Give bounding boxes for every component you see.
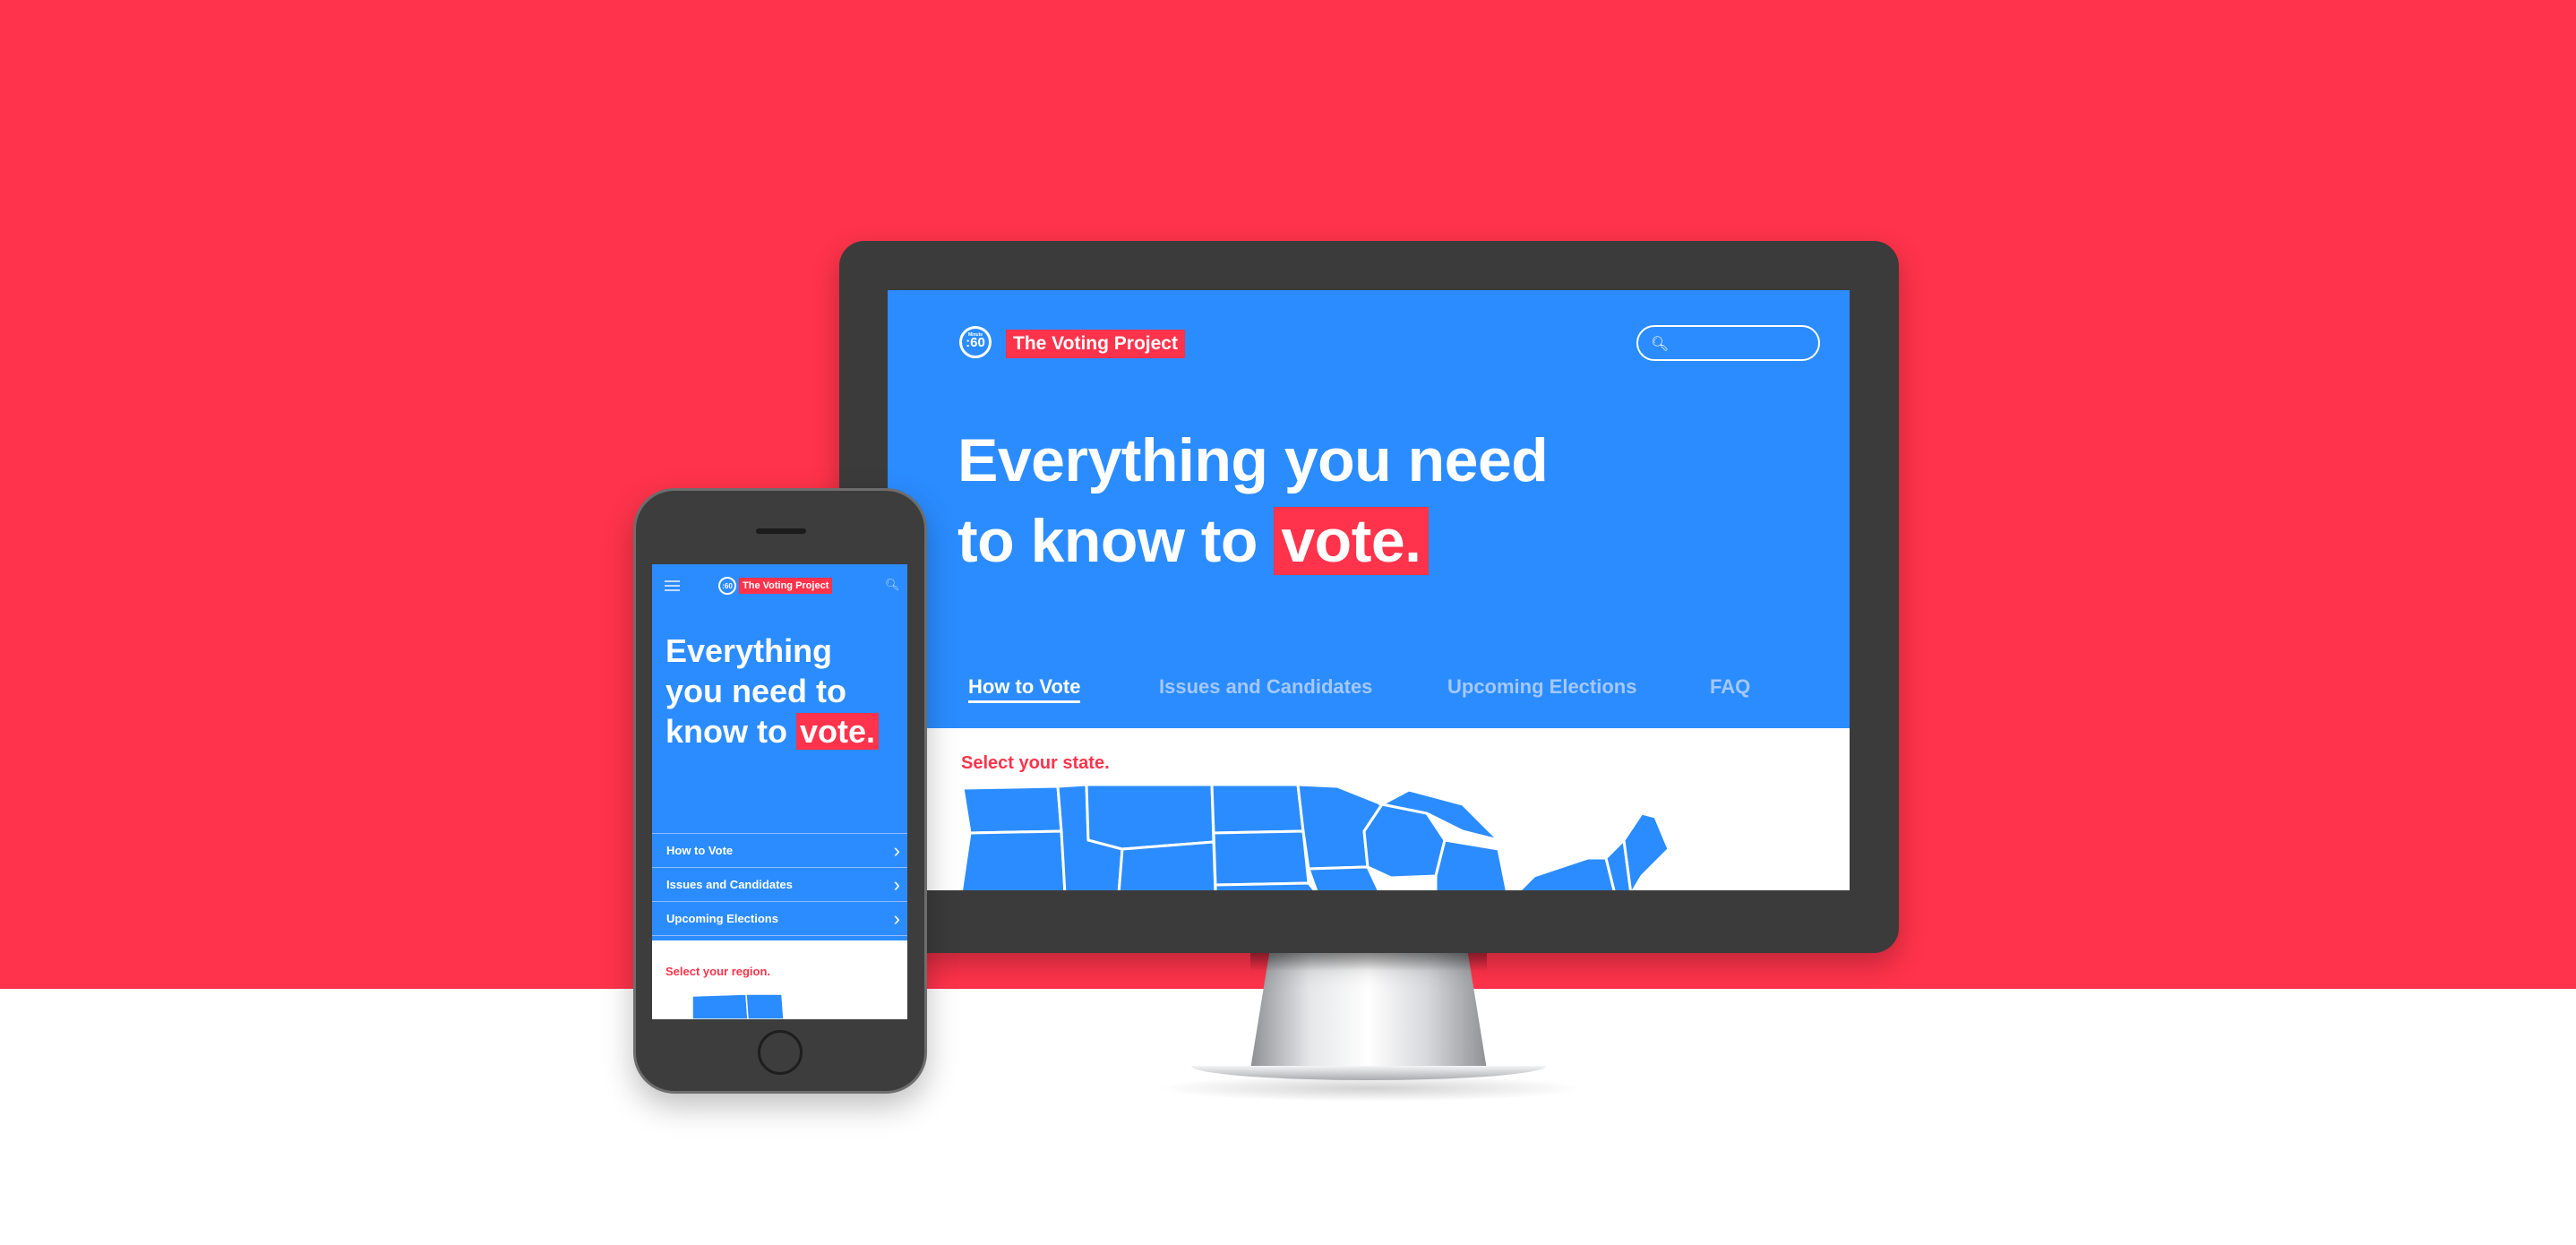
hero-line-1: Everything you need	[957, 426, 1549, 494]
state-new-york	[1517, 856, 1616, 890]
state-maine	[1622, 811, 1670, 890]
brand-name[interactable]: The Voting Project	[739, 578, 833, 594]
chevron-right-icon: ›	[893, 873, 900, 896]
state-selector-panel: Select your state.	[927, 728, 1850, 890]
select-region-prompt: Select your region.	[665, 965, 771, 978]
desktop-screen: Minute :60 The Voting Project 🔍︎ Everyth…	[888, 290, 1850, 890]
state-north-dakota	[1210, 783, 1305, 835]
nav-how-to-vote[interactable]: How to Vote	[968, 675, 1081, 703]
search-icon: 🔍︎	[1651, 337, 1670, 352]
hero-heading: Everything you need to know to vote.	[665, 631, 880, 751]
hamburger-icon[interactable]	[665, 580, 680, 594]
search-input[interactable]: 🔍︎	[1636, 325, 1820, 361]
state-wyoming	[1117, 840, 1217, 890]
us-state-map[interactable]	[961, 777, 1678, 890]
logo-text: :60	[722, 581, 733, 590]
nav-issues-and-candidates[interactable]: Issues and Candidates	[1159, 675, 1372, 699]
hero-line-2: you need to	[665, 673, 847, 709]
select-state-prompt: Select your state.	[961, 753, 1110, 773]
monitor-stand-shade	[1250, 953, 1487, 971]
main-nav: How to Vote Issues and Candidates Upcomi…	[888, 675, 1850, 703]
state-montana	[1085, 783, 1215, 851]
region-selector-panel: Select your region.	[652, 940, 907, 1019]
hero-heading: Everything you need to know to vote.	[957, 420, 1549, 581]
phone-speaker	[756, 528, 806, 534]
nav-faq[interactable]: FAQ	[1710, 675, 1750, 699]
hero-line-1: Everything	[665, 632, 833, 669]
state-washington	[961, 785, 1063, 835]
nav-upcoming-elections[interactable]: Upcoming Elections	[1447, 675, 1636, 699]
brand-name[interactable]: The Voting Project	[1006, 330, 1185, 358]
hero-highlight: vote.	[1274, 507, 1429, 575]
nav-how-to-vote[interactable]: How to Vote ›	[652, 833, 907, 867]
desktop-monitor: Minute :60 The Voting Project 🔍︎ Everyth…	[839, 241, 1899, 953]
hero-line-3: know to vote.	[665, 711, 880, 751]
hero-line-2: to know to vote.	[957, 501, 1548, 581]
mobile-screen: :60 The Voting Project 🔍︎ Everything you…	[652, 564, 907, 1019]
state-nebraska	[1214, 881, 1317, 890]
state-south-dakota	[1212, 829, 1310, 887]
site-logo[interactable]: Minute :60	[959, 326, 992, 358]
hero-line-2-prefix: to know to	[957, 507, 1258, 575]
chevron-right-icon: ›	[893, 839, 900, 862]
nav-issues-and-candidates[interactable]: Issues and Candidates ›	[652, 867, 907, 901]
chevron-right-icon: ›	[893, 907, 900, 930]
nav-upcoming-elections[interactable]: Upcoming Elections ›	[652, 901, 907, 936]
region-map[interactable]	[692, 992, 818, 1019]
state-michigan	[1434, 838, 1508, 890]
mobile-phone: :60 The Voting Project 🔍︎ Everything you…	[633, 488, 927, 1094]
logo-subtext: Minute	[967, 332, 983, 338]
search-icon[interactable]: 🔍︎	[885, 578, 900, 592]
nav-label: Upcoming Elections	[666, 912, 778, 925]
state-oregon	[961, 829, 1067, 890]
hero-line-3-prefix: know to	[665, 713, 787, 750]
region-mountain	[745, 993, 785, 1019]
site-logo[interactable]: :60	[718, 577, 736, 595]
nav-label: How to Vote	[666, 844, 734, 857]
region-west	[692, 993, 749, 1019]
home-button[interactable]	[758, 1030, 803, 1075]
mobile-nav: How to Vote › Issues and Candidates › Up…	[652, 833, 907, 936]
state-iowa	[1306, 865, 1380, 890]
hero-highlight: vote.	[796, 713, 880, 750]
nav-label: Issues and Candidates	[666, 878, 793, 891]
